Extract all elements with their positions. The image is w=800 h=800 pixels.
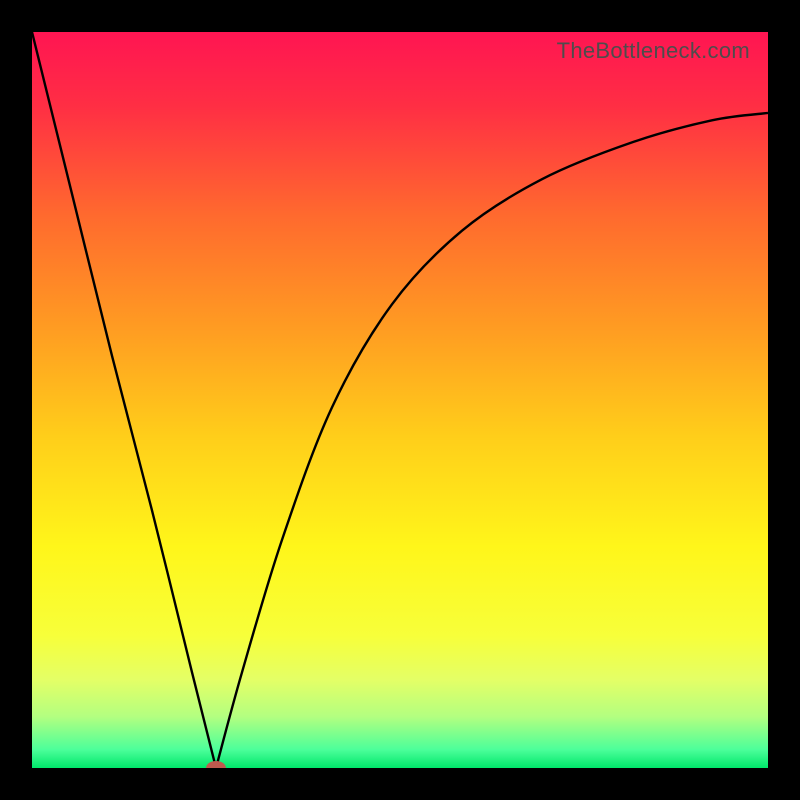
outer-frame: TheBottleneck.com	[0, 0, 800, 800]
bottleneck-curve	[32, 32, 768, 768]
plot-area: TheBottleneck.com	[32, 32, 768, 768]
watermark-text: TheBottleneck.com	[557, 38, 750, 64]
optimum-marker	[206, 761, 226, 768]
